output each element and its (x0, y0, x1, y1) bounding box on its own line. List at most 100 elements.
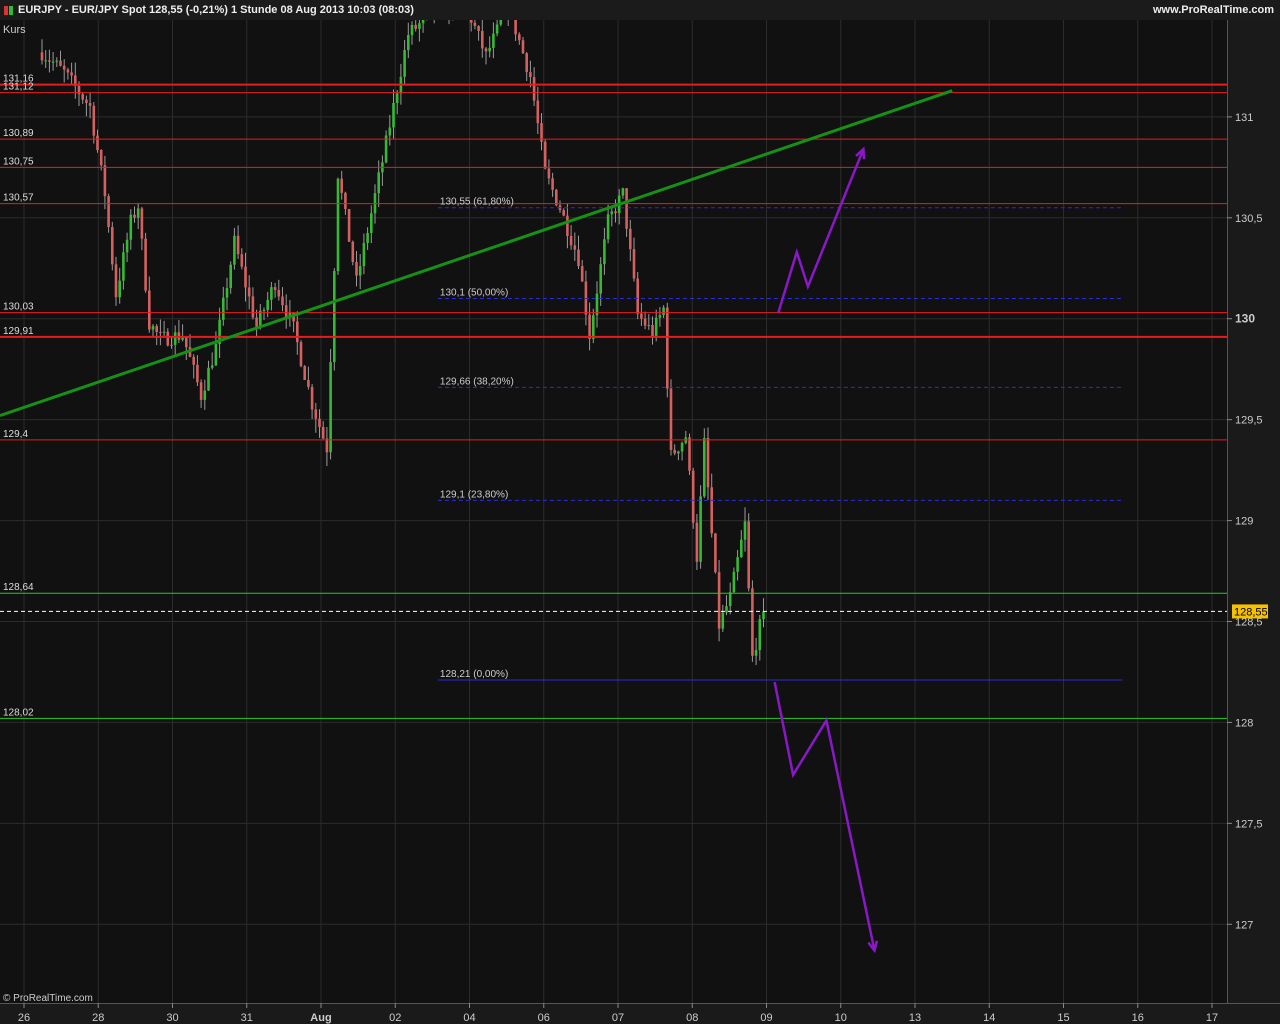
candle-body (199, 382, 203, 400)
candle-body (310, 386, 314, 410)
candle-body (625, 188, 628, 229)
candle-body (66, 69, 70, 73)
candle-body (303, 366, 306, 380)
candle-body (377, 172, 380, 194)
fib-label: 130,1 (50,00%) (440, 288, 508, 299)
candle-body (244, 266, 247, 288)
candle-body (96, 135, 99, 151)
candle-body (547, 168, 551, 179)
candle-body (81, 94, 84, 100)
candle-body (728, 592, 732, 607)
candle-body (395, 93, 399, 103)
candle-body (536, 100, 540, 124)
candle-body (185, 336, 188, 348)
candle-body (159, 332, 162, 334)
candle-body (351, 241, 355, 263)
candle-body (706, 437, 710, 488)
candle-body (680, 442, 684, 452)
candle-body (595, 293, 599, 316)
candle-body (51, 61, 55, 63)
candle-body (588, 314, 591, 339)
candle-body (407, 35, 410, 51)
candle-body (666, 307, 669, 389)
candle-body (48, 60, 51, 62)
candle-body (573, 245, 577, 250)
current-price-label: 128,55 (1234, 606, 1268, 618)
candle-body (336, 178, 340, 272)
candle-body (758, 619, 762, 651)
candle-body (240, 254, 244, 267)
candle-body (603, 239, 606, 265)
candle-body (344, 192, 347, 210)
price-tick-label: 130 (1235, 312, 1255, 326)
candle-body (92, 105, 96, 136)
time-tick-label: 16 (1132, 1012, 1144, 1024)
brand-link[interactable]: www.ProRealTime.com (1153, 0, 1274, 20)
candle-body (118, 280, 121, 298)
candle-body (170, 344, 173, 346)
candle-body (321, 426, 325, 439)
time-tick-label: 15 (1057, 1012, 1069, 1024)
level-label: 130,03 (3, 302, 34, 313)
candle-body (318, 418, 321, 427)
candle-body (107, 196, 110, 227)
level-label: 130,75 (3, 156, 34, 167)
candle-body (414, 24, 417, 29)
price-tick-label: 129,5 (1235, 415, 1263, 427)
price-tick-label: 129 (1235, 516, 1253, 528)
candle-body (111, 226, 114, 265)
time-tick-label: 10 (835, 1012, 847, 1024)
candle-body (210, 365, 214, 368)
candle-body (122, 252, 125, 281)
price-chart[interactable]: 131,16131,12130,89130,75130,57130,03129,… (0, 20, 1280, 1024)
candle-body (740, 539, 743, 558)
candle-body (647, 325, 651, 327)
candle-body (555, 189, 558, 206)
candle-body (699, 496, 702, 562)
candle-body (599, 264, 602, 294)
candle-body (388, 127, 392, 136)
time-tick-label: 07 (612, 1012, 624, 1024)
candle-body (325, 438, 329, 453)
candle-body (673, 449, 676, 454)
candle-body (732, 571, 736, 593)
candle-body (492, 33, 495, 48)
candle-body (651, 325, 654, 337)
candle-body (710, 487, 713, 534)
candle-body (329, 362, 332, 453)
candle-body (610, 211, 614, 215)
candle-body (247, 287, 251, 297)
candle-body (55, 60, 59, 62)
candle-body (173, 332, 177, 345)
candle-body (691, 470, 695, 523)
candle-body (677, 451, 680, 454)
candle-body (362, 242, 366, 267)
candle-body (133, 214, 136, 218)
candle-body (214, 343, 218, 366)
fib-label: 129,1 (23,80%) (440, 489, 508, 500)
price-tick-label: 130,5 (1235, 213, 1263, 225)
candlestick-icon (4, 6, 13, 15)
level-label: 129,4 (3, 429, 28, 440)
level-label: 130,89 (3, 128, 34, 139)
candle-body (192, 356, 195, 365)
time-tick-label: Aug (310, 1012, 331, 1024)
time-tick-label: 31 (241, 1012, 253, 1024)
candle-body (233, 235, 236, 265)
fib-label: 128,21 (0,00%) (440, 669, 508, 680)
candle-body (621, 188, 625, 196)
candle-body (236, 235, 240, 255)
candle-body (162, 331, 166, 333)
fib-label: 129,66 (38,20%) (440, 376, 514, 387)
candle-body (347, 209, 351, 242)
level-label: 129,91 (3, 326, 34, 337)
candle-body (136, 208, 140, 218)
candle-body (129, 214, 133, 240)
candle-body (140, 208, 144, 239)
candle-body (203, 390, 207, 400)
candle-body (721, 612, 725, 629)
candle-body (40, 52, 44, 61)
time-axis-panel (0, 1003, 1280, 1024)
candle-body (688, 437, 691, 471)
candle-body (307, 379, 310, 387)
